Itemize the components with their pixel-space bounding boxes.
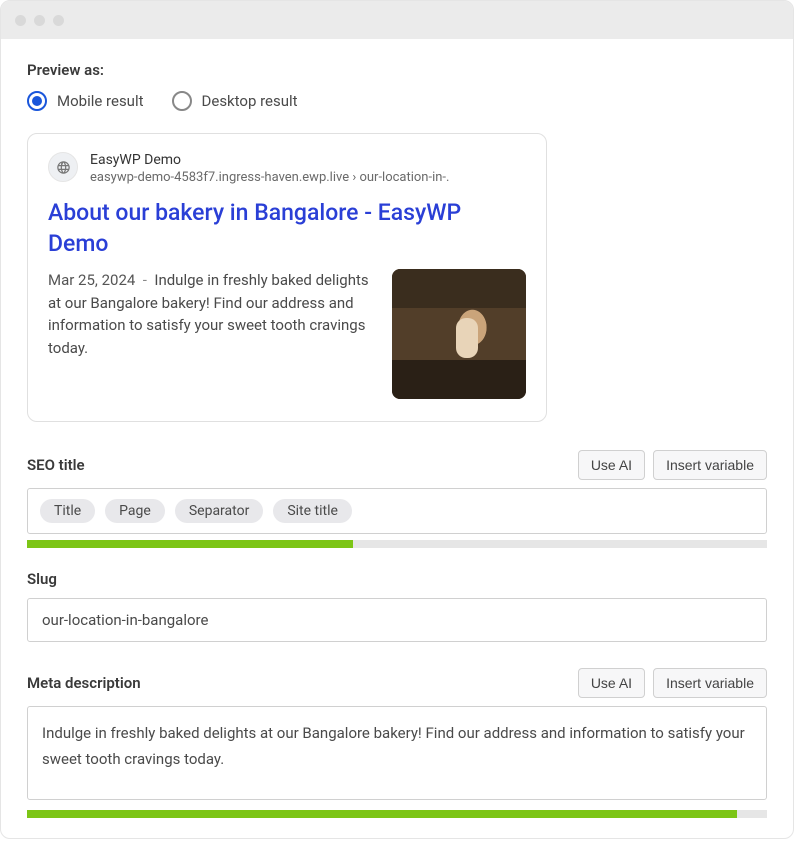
radio-icon [27,91,47,111]
seo-title-actions: Use AI Insert variable [578,450,767,480]
meta-desc-row: Meta description Use AI Insert variable [27,668,767,698]
traffic-light-close[interactable] [15,15,26,26]
browser-window: Preview as: Mobile result Desktop result… [0,0,794,839]
search-preview-card: EasyWP Demo easywp-demo-4583f7.ingress-h… [27,133,547,422]
slug-input[interactable] [27,598,767,642]
preview-as-label: Preview as: [27,61,767,79]
radio-label: Mobile result [57,92,144,110]
title-chip[interactable]: Title [40,499,95,523]
browser-chrome [1,1,793,39]
seo-title-row: SEO title Use AI Insert variable [27,450,767,480]
seo-title-input[interactable]: Title Page Separator Site title [27,488,767,534]
seo-title-label: SEO title [27,456,85,474]
slug-block: Slug [27,570,767,642]
progress-fill [27,540,353,548]
preview-title: About our bakery in Bangalore - EasyWP D… [48,197,526,259]
preview-dash: - [139,271,154,289]
meta-description-input[interactable] [27,706,767,800]
preview-url: easywp-demo-4583f7.ingress-haven.ewp.liv… [90,170,449,185]
preview-header-text: EasyWP Demo easywp-demo-4583f7.ingress-h… [90,152,449,185]
use-ai-button[interactable]: Use AI [578,450,645,480]
use-ai-button[interactable]: Use AI [578,668,645,698]
insert-variable-button[interactable]: Insert variable [653,450,767,480]
preview-body: Mar 25, 2024 - Indulge in freshly baked … [48,269,526,399]
traffic-lights [15,15,64,26]
preview-date: Mar 25, 2024 [48,271,135,289]
radio-label: Desktop result [202,92,298,110]
meta-desc-progress [27,810,767,818]
title-chip[interactable]: Site title [273,499,352,523]
title-chip[interactable]: Page [105,499,165,523]
radio-mobile-result[interactable]: Mobile result [27,91,144,111]
preview-header: EasyWP Demo easywp-demo-4583f7.ingress-h… [48,152,526,185]
progress-fill [27,810,737,818]
content-area: Preview as: Mobile result Desktop result… [1,39,793,838]
radio-icon [172,91,192,111]
slug-label: Slug [27,570,767,588]
insert-variable-button[interactable]: Insert variable [653,668,767,698]
preview-thumbnail [392,269,526,399]
preview-description: Mar 25, 2024 - Indulge in freshly baked … [48,269,374,359]
globe-icon [48,152,78,182]
meta-desc-label: Meta description [27,674,141,692]
traffic-light-minimize[interactable] [34,15,45,26]
preview-site-name: EasyWP Demo [90,152,449,168]
seo-title-progress [27,540,767,548]
radio-desktop-result[interactable]: Desktop result [172,91,298,111]
meta-desc-actions: Use AI Insert variable [578,668,767,698]
title-chip[interactable]: Separator [175,499,263,523]
traffic-light-maximize[interactable] [53,15,64,26]
preview-radio-group: Mobile result Desktop result [27,91,767,111]
